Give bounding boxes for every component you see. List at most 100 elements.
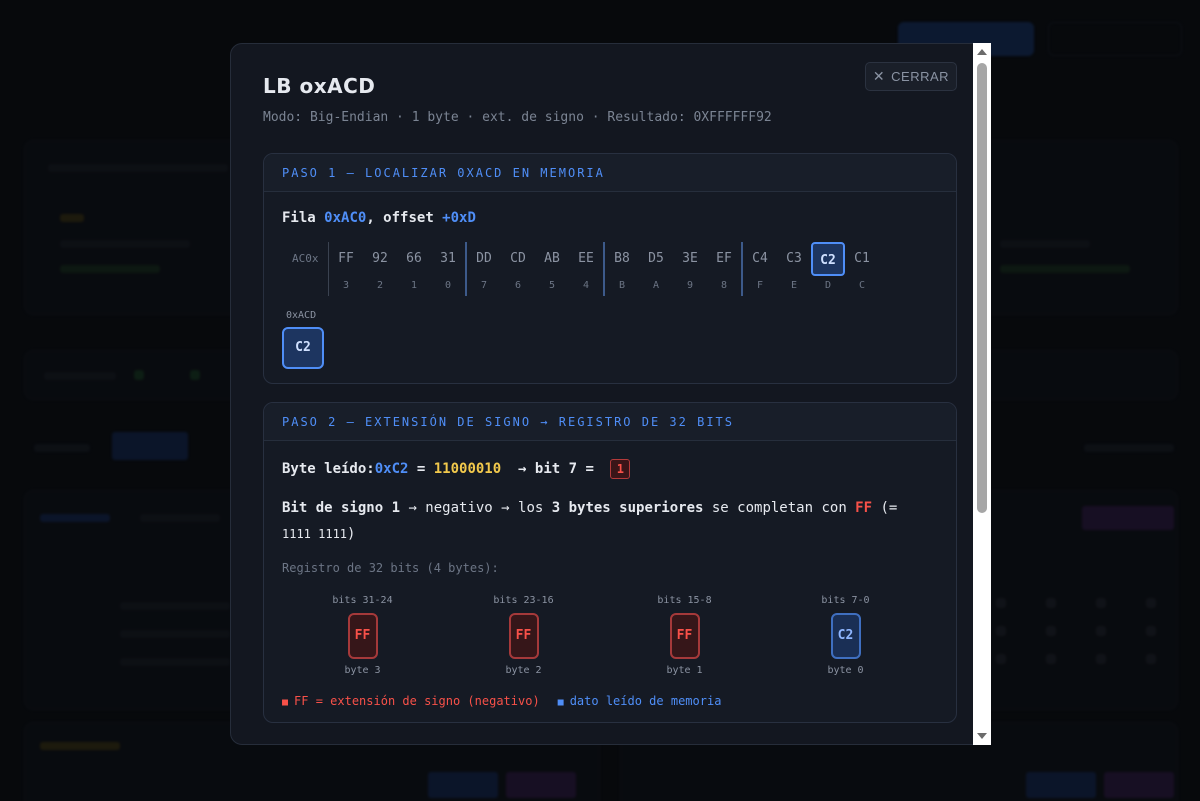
byte-read-line: Byte leído: 0xC2 = 11000010 → bit 7 = 1 [282, 459, 938, 479]
step-1-header: PASO 1 — LOCALIZAR 0XACD EN MEMORIA [264, 154, 956, 192]
close-label: CERRAR [891, 69, 950, 84]
step-2-header: PASO 2 — EXTENSIÓN DE SIGNO → REGISTRO D… [264, 403, 956, 441]
memory-word-group: C4 F C3 E C2 D C1 C [743, 242, 879, 296]
register-32bit: bits 31-24 FF byte 3 bits 23-16 FF byte 2 bits… [282, 595, 938, 676]
memory-cell: FF 3 [329, 242, 363, 296]
memory-offset: 9 [686, 280, 694, 291]
memory-byte: C4 [752, 251, 768, 266]
sign-text: (= [872, 500, 898, 516]
scroll-thumb[interactable] [977, 63, 987, 513]
register-byte: bits 15-8 FF byte 1 [604, 595, 765, 676]
memory-cell: EF 8 [707, 242, 741, 296]
register-byte-label: byte 3 [344, 665, 381, 676]
address-byte: C2 [282, 327, 324, 369]
sign-text: Bit de signo [282, 500, 392, 516]
modal-content[interactable]: LB oxACD Modo: Big-Endian · 1 byte · ext… [231, 44, 989, 744]
register-title: Registro de 32 bits (4 bytes): [282, 561, 499, 575]
memory-cell: C3 E [777, 242, 811, 296]
sign-explanation: Bit de signo 1 → negativo → los 3 bytes … [282, 495, 938, 547]
offset-value: +0xD [442, 210, 476, 226]
memory-cell: EE 4 [569, 242, 603, 296]
memory-offset: 2 [376, 280, 384, 291]
register-byte: bits 23-16 FF byte 2 [443, 595, 604, 676]
modal-subtitle: Modo: Big-Endian · 1 byte · ext. de sign… [263, 110, 772, 125]
memory-byte: 92 [372, 251, 388, 266]
memory-offset: 8 [720, 280, 728, 291]
memory-byte: C1 [854, 251, 870, 266]
byte-read-label: Byte leído: [282, 461, 375, 477]
offset-label: , offset [366, 210, 443, 226]
fill-value: FF [855, 500, 873, 516]
memory-byte: FF [338, 251, 354, 266]
legend: ■ FF = extensión de signo (negativo) ■ dat… [282, 694, 938, 708]
sign-bit: 1 [391, 500, 401, 516]
row-offset-line: Fila 0xAC0, offset +0xD [282, 210, 938, 226]
fill-binary: 1111 1111 [282, 527, 348, 541]
memory-cell: 31 0 [431, 242, 465, 296]
memory-offset: C [858, 280, 866, 291]
memory-offset: 5 [548, 280, 556, 291]
memory-cell: DD 7 [467, 242, 501, 296]
memory-byte: DD [476, 251, 492, 266]
memory-cell: C2 D [811, 242, 845, 296]
memory-cell: 92 2 [363, 242, 397, 296]
memory-cell: D5 A [639, 242, 673, 296]
legend-mem-label: dato leído de memoria [569, 694, 722, 708]
equals-sign: = [408, 461, 434, 477]
memory-offset: 7 [480, 280, 488, 291]
memory-byte: 66 [406, 251, 422, 266]
memory-offset: B [618, 280, 626, 291]
register-byte-label: byte 0 [827, 665, 864, 676]
legend-memory-data: ■ dato leído de memoria [557, 694, 722, 708]
memory-byte: C3 [786, 251, 802, 266]
sign-text: ) [347, 526, 356, 542]
close-icon: ✕ [872, 68, 886, 84]
register-bits-label: bits 7-0 [821, 595, 870, 606]
memory-word-group: FF 3 92 2 66 1 31 0 [328, 242, 467, 296]
memory-cell: CD 6 [501, 242, 535, 296]
memory-byte: 3E [682, 251, 698, 266]
memory-bytes: FF 3 92 2 66 1 31 0 DD 7 CD 6 AB 5 EE 4 B8 B D5 A 3E 9 EF 8 C4 F C… [328, 242, 879, 296]
close-button[interactable]: ✕ CERRAR [865, 62, 957, 91]
memory-byte-selected: C2 [811, 242, 845, 276]
memory-offset: E [790, 280, 798, 291]
memory-cell: C4 F [743, 242, 777, 296]
register-bits-label: bits 31-24 [332, 595, 393, 606]
register-byte-extended: FF [508, 613, 539, 659]
byte-read-binary: 11000010 [433, 461, 502, 477]
register-byte-label: byte 2 [505, 665, 542, 676]
bit7-label: → bit 7 = [501, 461, 603, 477]
memory-byte: D5 [648, 251, 664, 266]
memory-offset: D [824, 280, 832, 291]
memory-offset: 0 [444, 280, 452, 291]
register-byte-extended: FF [669, 613, 700, 659]
row-address: 0xAC0 [324, 210, 367, 226]
memory-byte: EE [578, 251, 594, 266]
memory-word-group: B8 B D5 A 3E 9 EF 8 [605, 242, 743, 296]
sign-text: → negativo → los [400, 500, 552, 516]
register-byte-label: byte 1 [666, 665, 703, 676]
memory-cell: 3E 9 [673, 242, 707, 296]
byte-read-hex: 0xC2 [374, 461, 409, 477]
memory-cell: 66 1 [397, 242, 431, 296]
memory-byte: 31 [440, 251, 456, 266]
memory-word-group: DD 7 CD 6 AB 5 EE 4 [467, 242, 605, 296]
scroll-up-icon[interactable] [977, 49, 987, 55]
register-bits-label: bits 23-16 [493, 595, 554, 606]
legend-ext-label: FF = extensión de signo (negativo) [294, 694, 540, 708]
modal-scrollbar[interactable] [973, 43, 991, 745]
register-byte-extended: FF [347, 613, 378, 659]
memory-offset: F [756, 280, 764, 291]
scroll-down-icon[interactable] [977, 733, 987, 739]
memory-byte: B8 [614, 251, 630, 266]
modal-title: LB oxACD [263, 74, 376, 98]
memory-cell: C1 C [845, 242, 879, 296]
register-byte-memory: C2 [830, 613, 861, 659]
register-bits-label: bits 15-8 [657, 595, 712, 606]
memory-row-label: AC0x [292, 252, 319, 265]
register-byte: bits 7-0 C2 byte 0 [765, 595, 926, 676]
address-label: 0xACD [286, 310, 317, 321]
step-1-panel: PASO 1 — LOCALIZAR 0XACD EN MEMORIA Fila… [263, 153, 957, 384]
memory-offset: 4 [582, 280, 590, 291]
bit7-value: 1 [610, 459, 631, 479]
